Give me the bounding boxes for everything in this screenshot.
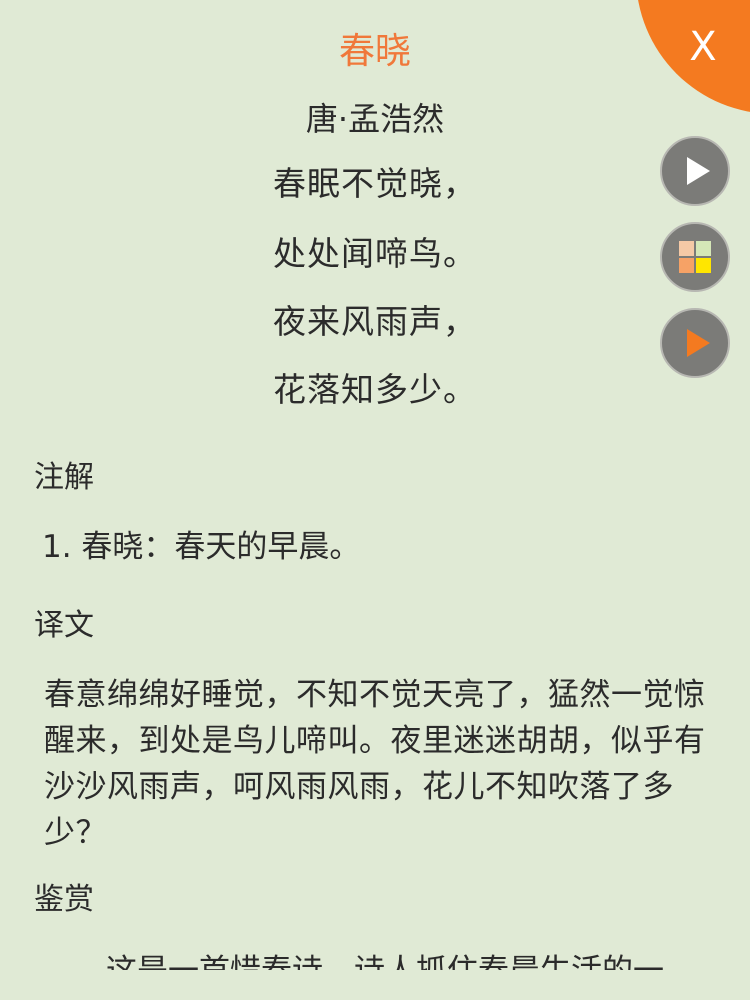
play-icon <box>687 157 710 185</box>
poem-line: 春眠不觉晓， <box>273 164 477 203</box>
note-item: 1. 春晓：春天的早晨。 <box>42 529 361 565</box>
audio-button[interactable] <box>660 308 730 378</box>
poem-title: 春晓 <box>338 31 411 72</box>
appreciation-text: 这是一首惜春诗，诗人抓住春晨生活的一 <box>44 948 714 970</box>
translation-heading: 译文 <box>34 608 94 643</box>
appreciation-heading: 鉴赏 <box>34 882 94 917</box>
poem-author: 唐·孟浩然 <box>305 100 445 138</box>
poem-line: 处处闻啼鸟。 <box>273 234 477 273</box>
grid-button[interactable] <box>660 222 730 292</box>
poem-page: 春晓 唐·孟浩然 春眠不觉晓， 处处闻啼鸟。 夜来风雨声， 花落知多少。 注解 … <box>0 0 750 1000</box>
play-button[interactable] <box>660 136 730 206</box>
poem-line: 夜来风雨声， <box>273 302 477 341</box>
close-label[interactable]: X <box>668 22 738 72</box>
notes-heading: 注解 <box>34 460 94 495</box>
poem-line: 花落知多少。 <box>273 370 477 409</box>
translation-text: 春意绵绵好睡觉，不知不觉天亮了，猛然一觉惊醒来，到处是鸟儿啼叫。夜里迷迷胡胡，似… <box>44 677 706 851</box>
play-orange-icon <box>687 329 710 357</box>
grid-icon <box>679 241 711 273</box>
